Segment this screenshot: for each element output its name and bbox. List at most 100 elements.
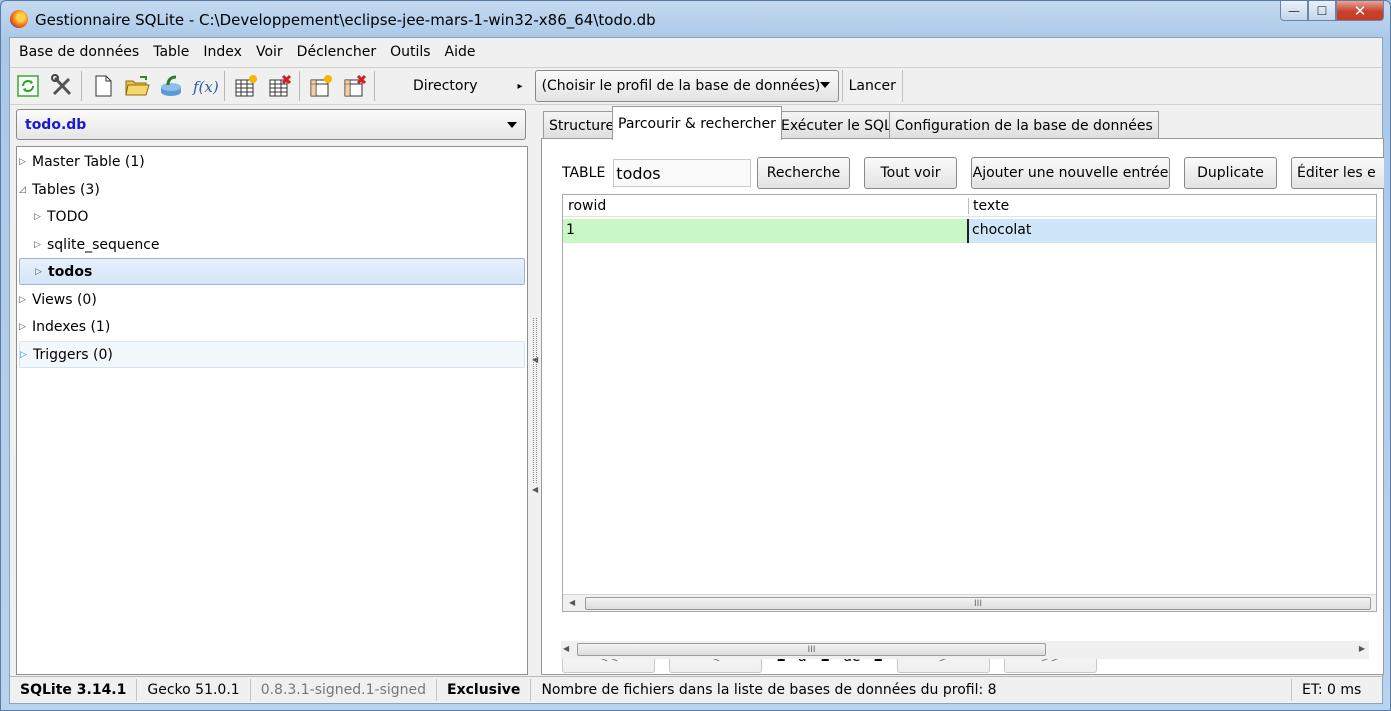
settings-button[interactable]	[45, 70, 78, 102]
scroll-right-icon[interactable]: ▶	[1359, 644, 1365, 653]
scrollbar-thumb[interactable]: III	[585, 597, 1371, 610]
grid-header: rowid texte	[563, 195, 1376, 217]
menu-declencher[interactable]: Déclencher	[290, 44, 383, 60]
title-bar[interactable]: Gestionnaire SQLite - C:\Developpement\e…	[1, 1, 1390, 37]
expand-twisty-icon[interactable]: ▷	[19, 295, 28, 305]
menu-table[interactable]: Table	[146, 44, 196, 60]
expand-twisty-icon[interactable]: ▷	[19, 322, 28, 332]
toolbar: f(x) Directory ▸ (Choisir le profil de l…	[10, 67, 1382, 105]
status-gecko-version: Gecko 51.0.1	[137, 679, 251, 701]
tree-item-sqlite-sequence[interactable]: ▷ sqlite_sequence	[19, 231, 525, 258]
status-extension-version: 0.8.3.1-signed.1-signed	[251, 679, 438, 701]
page-horizontal-scrollbar[interactable]: ◀ III ▶	[561, 641, 1369, 659]
column-divider[interactable]	[968, 198, 969, 214]
menu-bar: Base de données Table Index Voir Déclenc…	[10, 38, 1382, 66]
tree-item-label: sqlite_sequence	[47, 236, 160, 253]
tree-item-tables[interactable]: ◿ Tables (3)	[19, 176, 525, 203]
tab-db-settings[interactable]: Configuration de la base de données	[889, 111, 1159, 139]
status-timing: ET: 0 ms	[1302, 682, 1362, 698]
tree-item-label: Master Table (1)	[32, 153, 145, 170]
function-icon: f(x)	[192, 78, 218, 96]
tools-icon	[50, 74, 71, 96]
directory-arrow-icon[interactable]: ▸	[518, 81, 523, 92]
new-file-icon	[95, 75, 111, 97]
cell-rowid[interactable]: 1	[563, 219, 967, 243]
tree-item-label: Triggers (0)	[33, 346, 113, 363]
tab-structure[interactable]: Structure	[543, 111, 621, 139]
add-entry-button[interactable]: Ajouter une nouvelle entrée	[971, 157, 1170, 189]
expand-twisty-icon[interactable]: ▷	[35, 267, 44, 277]
menu-base-de-donnees[interactable]: Base de données	[12, 44, 146, 60]
expand-twisty-icon[interactable]: ▷	[34, 240, 43, 250]
tree-item-views[interactable]: ▷ Views (0)	[19, 286, 525, 313]
scroll-left-icon[interactable]: ◀	[563, 644, 569, 653]
menu-index[interactable]: Index	[196, 44, 249, 60]
attach-db-button[interactable]	[154, 70, 187, 102]
minimize-button[interactable]: —	[1280, 1, 1308, 21]
expand-twisty-icon[interactable]: ▷	[34, 212, 43, 222]
profile-select-value: (Choisir le profil de la base de données…	[541, 78, 821, 94]
database-select[interactable]: todo.db	[16, 109, 526, 140]
firefox-icon	[10, 10, 28, 28]
client-area: Base de données Table Index Voir Déclenc…	[9, 37, 1384, 704]
attach-database-icon	[160, 75, 181, 96]
refresh-icon	[16, 75, 39, 97]
functions-button[interactable]: f(x)	[188, 70, 221, 102]
new-db-button[interactable]	[86, 70, 119, 102]
create-table-button[interactable]	[229, 70, 262, 102]
scroll-grip: III	[807, 644, 816, 655]
cell-texte[interactable]: chocolat	[967, 219, 1376, 243]
splitter-grip[interactable]	[533, 318, 537, 483]
tree-item-label: todos	[48, 263, 93, 280]
column-header-rowid[interactable]: rowid	[568, 198, 606, 214]
column-header-texte[interactable]: texte	[973, 198, 1009, 214]
expand-twisty-icon[interactable]: ▷	[20, 350, 29, 360]
pane-splitter[interactable]: ◀ ◀	[531, 105, 539, 675]
profile-select[interactable]: (Choisir le profil de la base de données…	[534, 70, 839, 102]
create-index-button[interactable]	[304, 70, 337, 102]
drop-table-button[interactable]	[263, 70, 296, 102]
launch-button[interactable]: Lancer	[841, 70, 903, 102]
edit-entry-button-label: Éditer les e	[1297, 165, 1376, 181]
directory-button[interactable]: Directory	[413, 78, 478, 94]
tree-item-master-table[interactable]: ▷ Master Table (1)	[19, 148, 525, 175]
tree-item-todos[interactable]: ▷ todos	[19, 258, 525, 285]
database-select-value: todo.db	[25, 116, 87, 133]
search-button-label: Recherche	[766, 165, 841, 181]
tab-browse-search[interactable]: Parcourir & rechercher	[612, 106, 782, 140]
scroll-grip: III	[974, 598, 982, 609]
tree-item-label: Tables (3)	[32, 181, 100, 198]
grid-horizontal-scrollbar[interactable]: ◀ III	[563, 594, 1376, 611]
show-all-button[interactable]: Tout voir	[864, 157, 957, 189]
scroll-left-icon[interactable]: ◀	[569, 598, 575, 607]
open-db-button[interactable]	[120, 70, 153, 102]
data-grid: rowid texte 1 chocolat ◀ III	[562, 194, 1377, 612]
reconnect-button[interactable]	[11, 70, 44, 102]
table-row[interactable]: 1 chocolat	[563, 219, 1376, 243]
status-message: Nombre de fichiers dans la liste de base…	[531, 679, 1292, 701]
tab-execute-sql[interactable]: Exécuter le SQL	[775, 111, 898, 139]
duplicate-button[interactable]: Duplicate	[1184, 157, 1277, 189]
toolbar-separator	[81, 71, 82, 101]
collapse-left-icon[interactable]: ◀	[532, 485, 538, 494]
table-name-field[interactable]: todos	[613, 159, 752, 187]
menu-voir[interactable]: Voir	[249, 44, 290, 60]
expand-twisty-icon[interactable]: ▷	[19, 157, 28, 167]
maximize-button[interactable]: ☐	[1308, 1, 1336, 21]
menu-outils[interactable]: Outils	[383, 44, 437, 60]
index-add-icon	[310, 75, 332, 97]
tree-item-triggers[interactable]: ▷ Triggers (0)	[19, 341, 525, 368]
tree-item-todo[interactable]: ▷ TODO	[19, 203, 525, 230]
tree-item-label: TODO	[47, 208, 89, 225]
drop-index-button[interactable]	[338, 70, 371, 102]
tree-item-indexes[interactable]: ▷ Indexes (1)	[19, 313, 525, 340]
collapse-twisty-icon[interactable]: ◿	[19, 185, 28, 195]
edit-entry-button[interactable]: Éditer les e	[1291, 157, 1384, 189]
search-button[interactable]: Recherche	[757, 157, 850, 189]
menu-aide[interactable]: Aide	[438, 44, 483, 60]
scrollbar-thumb[interactable]: III	[577, 643, 1046, 656]
table-delete-icon	[269, 74, 291, 97]
index-delete-icon	[344, 74, 366, 97]
open-folder-icon	[124, 76, 150, 96]
close-button[interactable]: ✕	[1336, 1, 1384, 21]
